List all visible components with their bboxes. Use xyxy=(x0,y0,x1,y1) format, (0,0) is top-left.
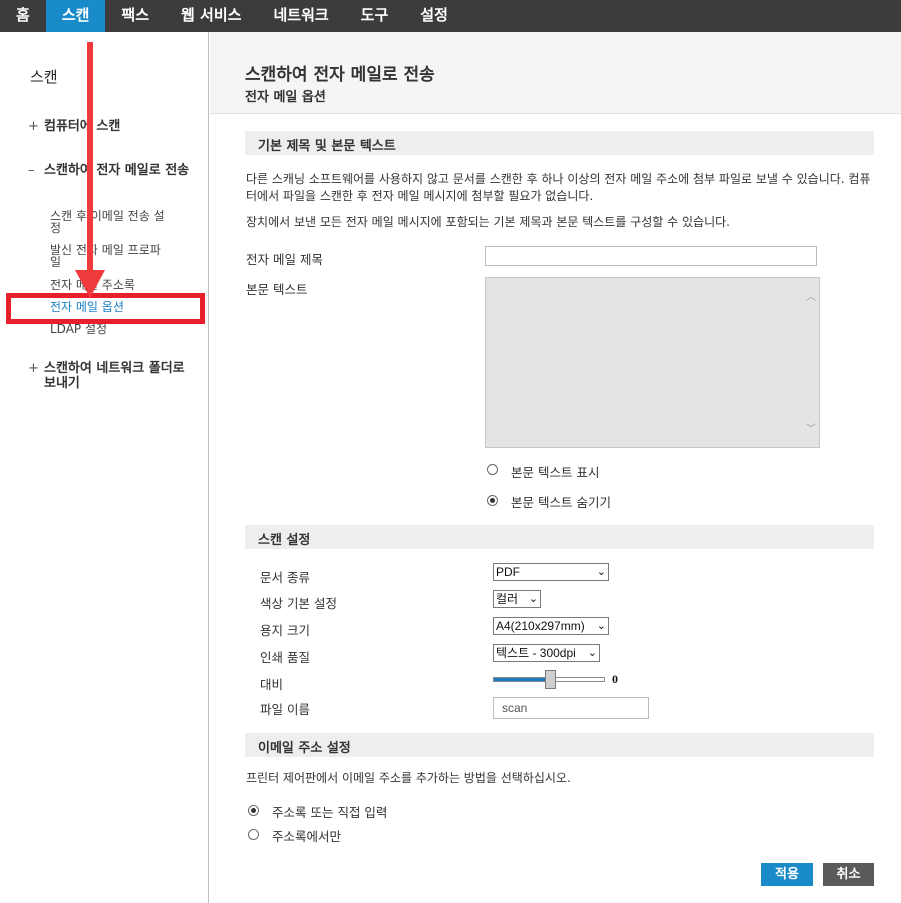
radio-hide-body-label: 본문 텍스트 숨기기 xyxy=(511,495,611,510)
color-preference-label: 색상 기본 설정 xyxy=(260,596,337,611)
file-name-input[interactable] xyxy=(493,697,649,719)
select-value: 컬러 xyxy=(496,592,519,606)
section-header-default-subject: 기본 제목 및 본문 텍스트 xyxy=(245,131,874,155)
apply-button[interactable]: 적용 xyxy=(761,863,813,886)
radio-address-book-only[interactable] xyxy=(248,829,259,840)
page-title: 스캔하여 전자 메일로 전송 xyxy=(245,65,435,85)
page-header: 스캔하여 전자 메일로 전송 전자 메일 옵션 xyxy=(210,32,901,114)
radio-address-book-or-direct[interactable] xyxy=(248,805,259,816)
tab-fax[interactable]: 팩스 xyxy=(105,0,165,32)
expand-icon: + xyxy=(28,119,39,134)
sidebar-group-scan-to-network-folder[interactable]: + 스캔하여 네트워크 폴더로 보내기 xyxy=(28,361,198,391)
chevron-down-icon: ⌄ xyxy=(528,593,538,605)
main-content: 스캔하여 전자 메일로 전송 전자 메일 옵션 기본 제목 및 본문 텍스트 다… xyxy=(210,32,901,903)
annotation-arrow-shaft xyxy=(87,42,93,274)
chevron-down-icon: ⌄ xyxy=(596,620,606,632)
contrast-slider-thumb[interactable] xyxy=(545,670,556,689)
document-type-select[interactable]: PDF ⌄ xyxy=(493,563,609,581)
print-quality-select[interactable]: 텍스트 - 300dpi ⌄ xyxy=(493,644,600,662)
sidebar-item-email-setup[interactable]: 스캔 후 이메일 전송 설정 xyxy=(50,210,170,234)
tab-tools[interactable]: 도구 xyxy=(345,0,405,32)
cancel-button[interactable]: 취소 xyxy=(823,863,874,886)
address-method-description: 프린터 제어판에서 이메일 주소를 추가하는 방법을 선택하십시오. xyxy=(246,771,571,785)
sidebar-item-outgoing-profiles[interactable]: 발신 전자 메일 프로파일 xyxy=(50,244,170,268)
radio-show-body-label: 본문 텍스트 표시 xyxy=(511,465,600,480)
sidebar-group-scan-to-computer[interactable]: + 컴퓨터에 스캔 xyxy=(28,119,198,134)
radio-address-book-only-label: 주소록에서만 xyxy=(272,829,342,844)
tab-home[interactable]: 홈 xyxy=(0,0,46,32)
tab-scan[interactable]: 스캔 xyxy=(45,0,106,32)
sidebar-group-label: 스캔하여 네트워크 폴더로 보내기 xyxy=(44,361,185,391)
scroll-up-icon[interactable]: ︿ xyxy=(805,288,817,303)
radio-show-body[interactable] xyxy=(487,464,498,475)
top-nav: 홈 스캔 팩스 웹 서비스 네트워크 도구 설정 xyxy=(0,0,901,32)
sidebar-group-label: 스캔하여 전자 메일로 전송 xyxy=(44,163,190,178)
contrast-label: 대비 xyxy=(260,677,284,692)
email-subject-label: 전자 메일 제목 xyxy=(246,252,323,267)
collapse-icon: – xyxy=(28,163,35,178)
description-text: 다른 스캐닝 소프트웨어를 사용하지 않고 문서를 스캔한 후 하나 이상의 전… xyxy=(246,172,871,203)
body-text-area[interactable]: ︿ ﹀ xyxy=(485,277,820,448)
expand-icon: + xyxy=(28,361,39,376)
highlight-box xyxy=(6,293,205,324)
section-header-scan-settings: 스캔 설정 xyxy=(245,525,874,549)
document-type-label: 문서 종류 xyxy=(260,570,310,585)
section-header-label: 기본 제목 및 본문 텍스트 xyxy=(258,139,396,154)
description-text-2: 장치에서 보낸 모든 전자 메일 메시지에 포함되는 기본 제목과 본문 텍스트… xyxy=(246,215,730,229)
radio-address-book-or-direct-label: 주소록 또는 직접 입력 xyxy=(272,805,388,820)
email-subject-input[interactable] xyxy=(485,246,817,266)
paper-size-select[interactable]: A4(210x297mm) ⌄ xyxy=(493,617,609,635)
tab-web-services[interactable]: 웹 서비스 xyxy=(165,0,257,32)
contrast-slider-fill xyxy=(494,678,548,681)
tab-settings[interactable]: 설정 xyxy=(404,0,464,32)
sidebar: 스캔 + 컴퓨터에 스캔 – 스캔하여 전자 메일로 전송 스캔 후 이메일 전송 … xyxy=(0,32,209,903)
section-header-label: 이메일 주소 설정 xyxy=(258,741,351,756)
chevron-down-icon: ⌄ xyxy=(596,566,606,578)
paper-size-label: 용지 크기 xyxy=(260,623,310,638)
section-header-email-address: 이메일 주소 설정 xyxy=(245,733,874,757)
tab-network[interactable]: 네트워크 xyxy=(257,0,344,32)
sidebar-title: 스캔 xyxy=(30,68,58,86)
radio-hide-body[interactable] xyxy=(487,495,498,506)
select-value: 텍스트 - 300dpi xyxy=(496,646,576,660)
sidebar-item-address-book[interactable]: 전자 메일 주소록 xyxy=(50,279,170,291)
sidebar-group-label: 컴퓨터에 스캔 xyxy=(44,119,121,134)
sidebar-item-ldap[interactable]: LDAP 설정 xyxy=(50,323,170,335)
print-quality-label: 인쇄 품질 xyxy=(260,650,310,665)
select-value: PDF xyxy=(496,565,520,579)
color-preference-select[interactable]: 컬러 ⌄ xyxy=(493,590,541,608)
file-name-label: 파일 이름 xyxy=(260,702,310,717)
body-text-label: 본문 텍스트 xyxy=(246,282,308,297)
chevron-down-icon: ⌄ xyxy=(587,647,597,659)
contrast-value: 0 xyxy=(612,672,618,686)
annotation-arrow-head-icon xyxy=(75,270,105,298)
sidebar-group-scan-to-email[interactable]: – 스캔하여 전자 메일로 전송 xyxy=(28,163,198,178)
page-subtitle: 전자 메일 옵션 xyxy=(245,90,326,105)
section-header-label: 스캔 설정 xyxy=(258,533,311,548)
scroll-down-icon[interactable]: ﹀ xyxy=(805,420,817,435)
select-value: A4(210x297mm) xyxy=(496,619,585,633)
